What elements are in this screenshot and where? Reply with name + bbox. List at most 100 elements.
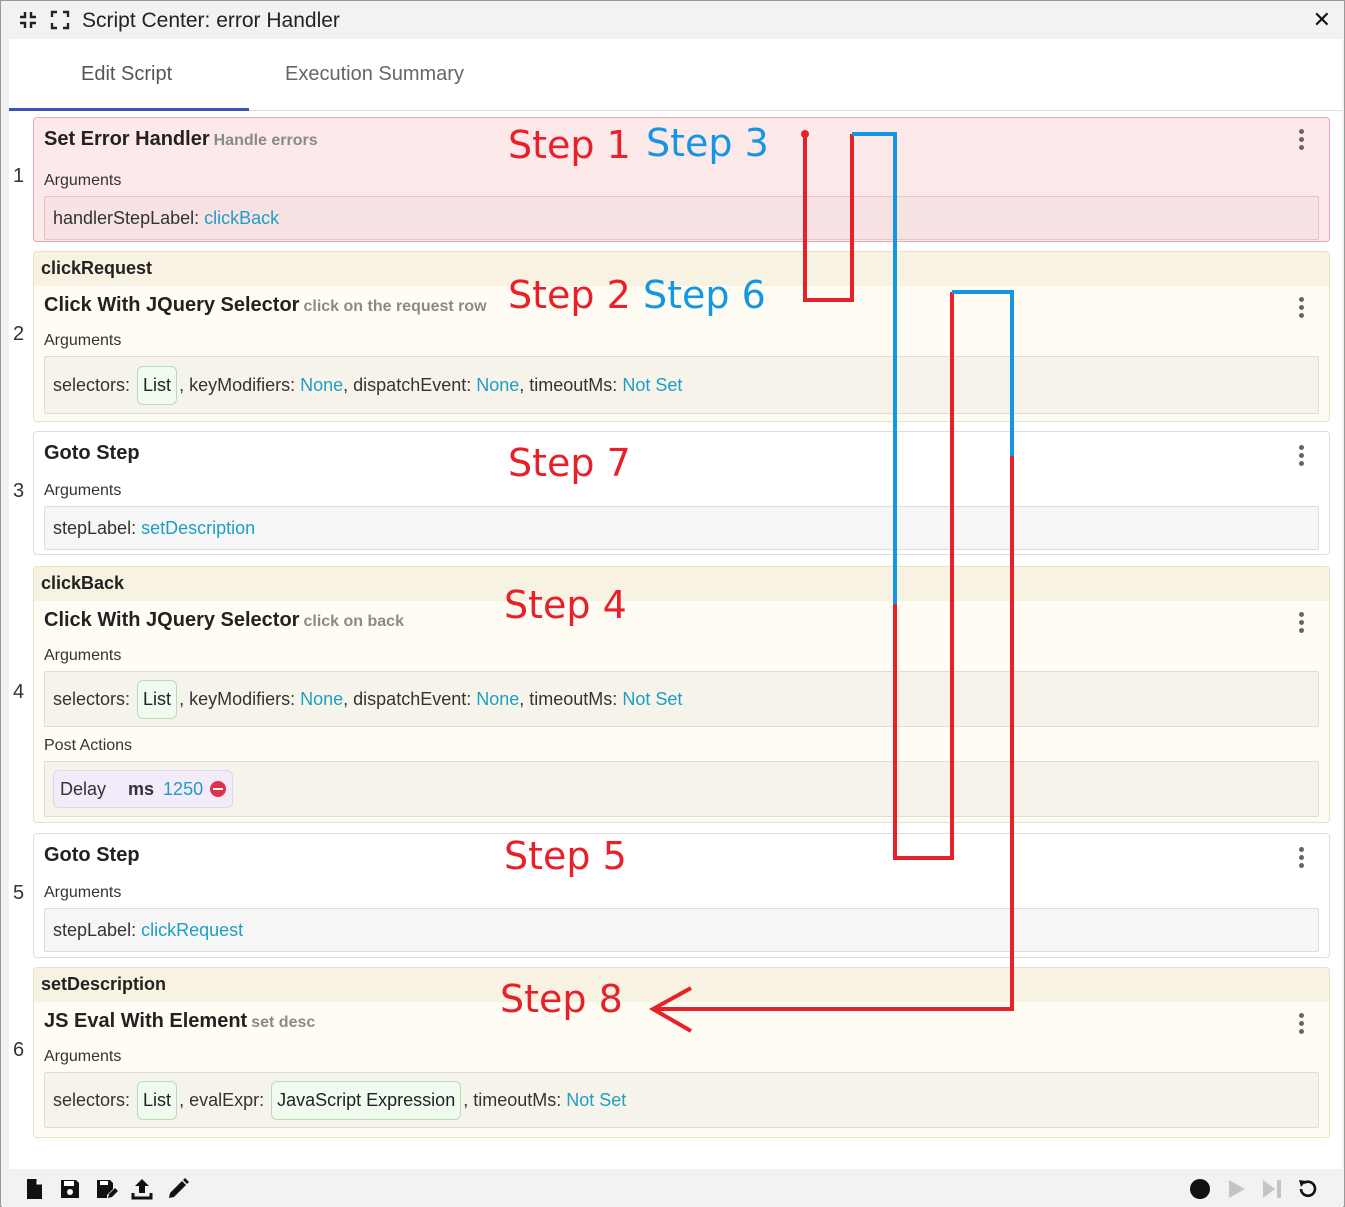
arguments-label: Arguments [44, 332, 122, 349]
step-menu-button[interactable] [1291, 1010, 1311, 1038]
arg-key: selectors: [53, 688, 131, 709]
arg-key: selectors: [53, 1089, 131, 1110]
arg-value[interactable]: Not Set [566, 1090, 626, 1111]
arg-value[interactable]: clickRequest [141, 920, 243, 941]
window-title: Script Center: error Handler [82, 9, 340, 32]
command-description: set desc [251, 1014, 316, 1031]
command-name: JS Eval With Element [44, 1010, 248, 1032]
step-forward-icon[interactable] [1260, 1177, 1284, 1201]
save-icon[interactable] [58, 1177, 82, 1201]
annotation-step-5: Step 5 [504, 834, 627, 878]
arg-key: , timeoutMs: [519, 688, 618, 709]
list-chip[interactable]: List [137, 365, 178, 405]
arg-value[interactable]: Not Set [622, 375, 682, 396]
step-menu-button[interactable] [1291, 294, 1311, 322]
arguments-label: Arguments [44, 482, 122, 499]
step-card-6[interactable]: setDescription JS Eval With Element set d… [33, 967, 1330, 1138]
upload-icon[interactable] [130, 1177, 154, 1201]
arguments-box: stepLabel: clickRequest [44, 908, 1319, 952]
arguments-label: Arguments [44, 172, 122, 189]
arg-value[interactable]: Not Set [622, 689, 682, 710]
step-card-4[interactable]: clickBack Click With JQuery Selector clic… [33, 566, 1330, 823]
step-number: 6 [13, 1039, 25, 1061]
arg-value[interactable]: clickBack [204, 208, 279, 229]
arguments-box: selectors: List, keyModifiers: None, dis… [44, 356, 1319, 414]
arg-value[interactable]: None [476, 375, 519, 396]
arg-key: handlerStepLabel: [53, 207, 200, 228]
command-name: Click With JQuery Selector [44, 609, 300, 631]
active-tab-indicator [9, 108, 249, 111]
arg-value[interactable]: None [300, 689, 343, 710]
step-menu-button[interactable] [1291, 844, 1311, 872]
edit-icon[interactable] [166, 1177, 190, 1201]
step-menu-button[interactable] [1291, 442, 1311, 470]
step-number: 5 [13, 882, 25, 904]
command-name: Goto Step [44, 442, 140, 464]
reset-icon[interactable] [1296, 1177, 1320, 1201]
arg-key: stepLabel: [53, 517, 137, 538]
arg-value[interactable]: setDescription [141, 518, 255, 539]
script-center-window: Script Center: error Handler ✕ Edit Scri… [0, 0, 1345, 1207]
command-description: click on the request row [303, 298, 487, 315]
arguments-label: Arguments [44, 884, 122, 901]
arguments-label: Arguments [44, 647, 122, 664]
step-label: clickBack [34, 567, 1329, 601]
step-card-3[interactable]: Goto Step Arguments stepLabel: setDescri… [33, 431, 1330, 555]
post-action-key: ms [128, 778, 155, 799]
tab-bar: Edit Script Execution Summary [9, 39, 1342, 111]
command-name: Click With JQuery Selector [44, 294, 300, 316]
play-icon[interactable] [1224, 1177, 1248, 1201]
arg-key: , evalExpr: [179, 1089, 265, 1110]
post-action-value[interactable]: 1250 [163, 779, 203, 800]
arg-key: , dispatchEvent: [343, 688, 472, 709]
javascript-expression-chip[interactable]: JavaScript Expression [271, 1080, 462, 1120]
arg-key: , dispatchEvent: [343, 374, 472, 395]
save-as-icon[interactable] [94, 1177, 118, 1201]
record-icon[interactable] [1188, 1177, 1212, 1201]
arg-key: selectors: [53, 374, 131, 395]
step-card-5[interactable]: Goto Step Arguments stepLabel: clickRequ… [33, 833, 1330, 958]
arg-key: , timeoutMs: [519, 374, 618, 395]
annotation-step-3: Step 3 [646, 121, 769, 165]
command-description: click on back [303, 613, 404, 630]
step-number: 3 [13, 480, 25, 502]
step-menu-button[interactable] [1291, 609, 1311, 637]
post-action-name: Delay [60, 778, 107, 799]
arg-value[interactable]: None [300, 375, 343, 396]
arg-key: , keyModifiers: [179, 688, 296, 709]
arguments-label: Arguments [44, 1048, 122, 1065]
command-name: Goto Step [44, 844, 140, 866]
arguments-box: stepLabel: setDescription [44, 506, 1319, 550]
post-actions-label: Post Actions [44, 737, 133, 754]
post-actions-box: Delay ms 1250 [44, 761, 1319, 817]
minimize-window-icon[interactable] [18, 10, 38, 30]
tab-edit-script[interactable]: Edit Script [81, 63, 172, 86]
command-description: Handle errors [213, 132, 318, 149]
annotation-step-4: Step 4 [504, 583, 627, 627]
command-name: Set Error Handler [44, 128, 210, 150]
arg-value[interactable]: None [476, 689, 519, 710]
step-number: 2 [13, 323, 25, 345]
delay-post-action-chip[interactable]: Delay ms 1250 [53, 770, 234, 808]
arguments-box: handlerStepLabel: clickBack [44, 196, 1319, 240]
annotation-step-8: Step 8 [500, 977, 623, 1021]
close-button[interactable]: ✕ [1313, 9, 1331, 31]
tab-execution-summary[interactable]: Execution Summary [285, 63, 464, 86]
step-label: setDescription [34, 968, 1329, 1002]
annotation-step-2: Step 2 [508, 273, 631, 317]
new-file-icon[interactable] [22, 1177, 46, 1201]
step-menu-button[interactable] [1291, 126, 1311, 154]
arguments-box: selectors: List, evalExpr: JavaScript Ex… [44, 1072, 1319, 1128]
title-bar: Script Center: error Handler ✕ [2, 2, 1343, 38]
step-number: 1 [13, 165, 25, 187]
list-chip[interactable]: List [137, 1080, 178, 1120]
remove-icon[interactable] [210, 781, 227, 797]
arg-key: stepLabel: [53, 919, 137, 940]
annotation-step-6: Step 6 [643, 273, 766, 317]
annotation-step-7: Step 7 [508, 441, 631, 485]
step-number: 4 [13, 681, 25, 703]
bottom-toolbar [2, 1171, 1343, 1207]
fullscreen-icon[interactable] [50, 10, 70, 30]
annotation-step-1: Step 1 [508, 123, 631, 167]
list-chip[interactable]: List [137, 679, 178, 719]
